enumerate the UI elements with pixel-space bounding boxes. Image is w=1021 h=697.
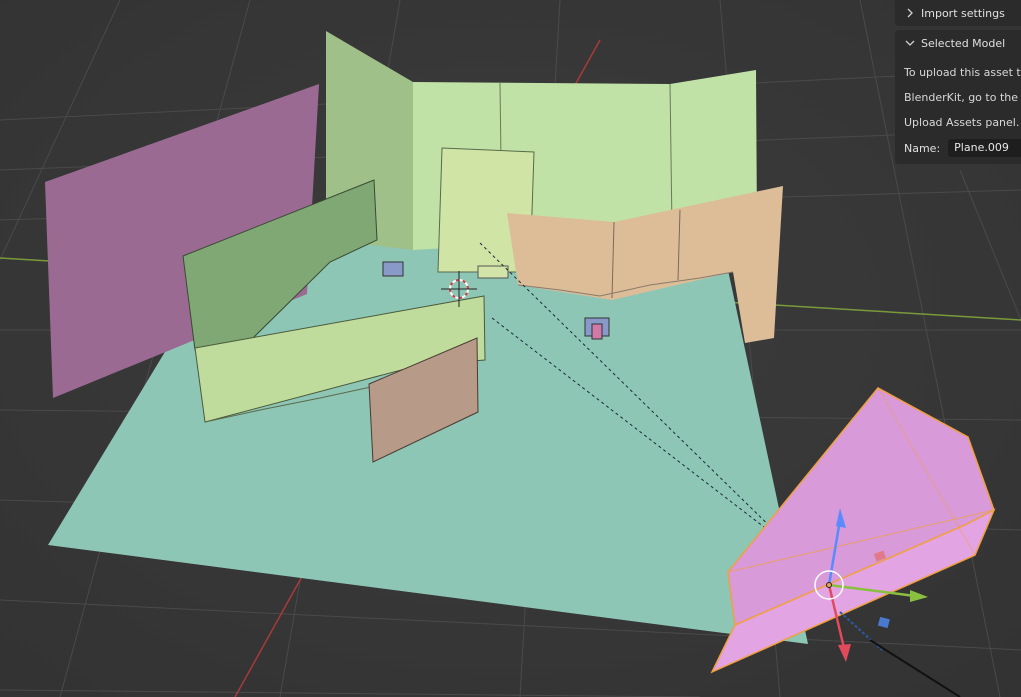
chevron-down-icon [905, 40, 915, 46]
import-settings-panel[interactable]: Import settings [895, 0, 1021, 26]
selected-model-label: Selected Model [921, 36, 1006, 50]
name-row: Name: Plane.009 [904, 139, 1021, 157]
prop-box-left[interactable] [382, 261, 404, 277]
selected-model-header[interactable]: Selected Model [903, 36, 1005, 50]
name-input[interactable]: Plane.009 [948, 139, 1021, 157]
name-label: Name: [904, 141, 941, 155]
scene-canvas[interactable] [0, 0, 1021, 697]
upload-info-line-3: Upload Assets panel. [904, 116, 1020, 129]
selected-model-panel: Selected Model To upload this asset to B… [895, 30, 1021, 164]
3d-viewport[interactable]: Import settings Selected Model To upload… [0, 0, 1021, 697]
upload-info-line-1: To upload this asset to [904, 66, 1021, 79]
import-settings-header[interactable]: Import settings [903, 6, 1005, 20]
import-settings-label: Import settings [921, 6, 1005, 20]
upload-info-line-2: BlenderKit, go to the Fi [904, 91, 1021, 104]
chevron-right-icon [907, 8, 913, 18]
